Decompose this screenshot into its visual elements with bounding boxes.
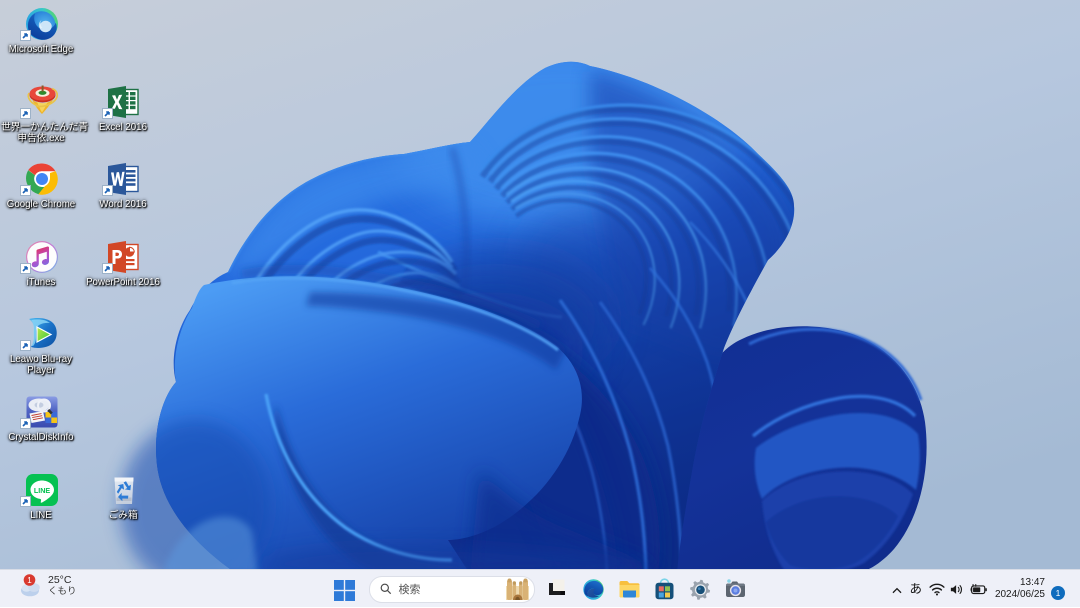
svg-text:1: 1 [27, 576, 32, 585]
svg-text:LINE: LINE [34, 486, 51, 495]
